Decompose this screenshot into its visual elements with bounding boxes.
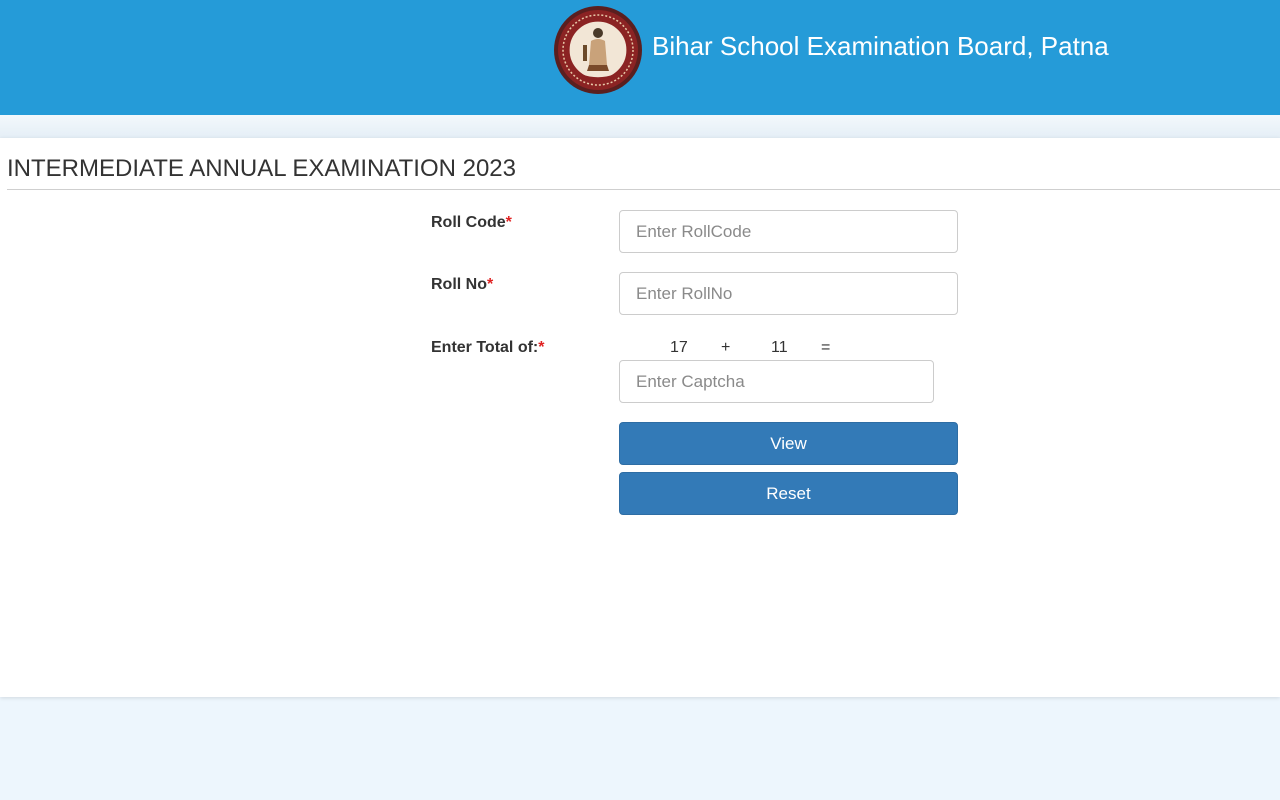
view-button[interactable]: View bbox=[619, 422, 958, 465]
roll-no-label: Roll No* bbox=[431, 276, 493, 294]
title-divider bbox=[7, 189, 1280, 190]
reset-button[interactable]: Reset bbox=[619, 472, 958, 515]
required-mark: * bbox=[505, 214, 512, 231]
captcha-operator: + bbox=[721, 339, 731, 356]
captcha-input[interactable] bbox=[619, 360, 934, 403]
roll-no-label-text: Roll No bbox=[431, 276, 487, 293]
page-title: INTERMEDIATE ANNUAL EXAMINATION 2023 bbox=[7, 155, 517, 182]
captcha-operand-a: 17 bbox=[670, 339, 688, 356]
captcha-operand-b: 11 bbox=[771, 339, 788, 356]
header-divider-strip bbox=[0, 115, 1280, 139]
roll-code-label: Roll Code* bbox=[431, 214, 512, 232]
board-name: Bihar School Examination Board, Patna bbox=[652, 31, 1109, 61]
roll-code-input[interactable] bbox=[619, 210, 958, 253]
result-form-panel: INTERMEDIATE ANNUAL EXAMINATION 2023 Rol… bbox=[0, 138, 1280, 697]
site-header: Bihar School Examination Board, Patna bbox=[0, 0, 1280, 115]
captcha-equals: = bbox=[821, 339, 831, 356]
required-mark: * bbox=[538, 339, 545, 356]
roll-code-label-text: Roll Code bbox=[431, 214, 506, 231]
bseb-emblem-icon bbox=[554, 6, 642, 94]
roll-no-input[interactable] bbox=[619, 272, 958, 315]
captcha-label: Enter Total of:* bbox=[431, 339, 544, 357]
required-mark: * bbox=[487, 276, 494, 293]
captcha-label-text: Enter Total of: bbox=[431, 339, 539, 356]
